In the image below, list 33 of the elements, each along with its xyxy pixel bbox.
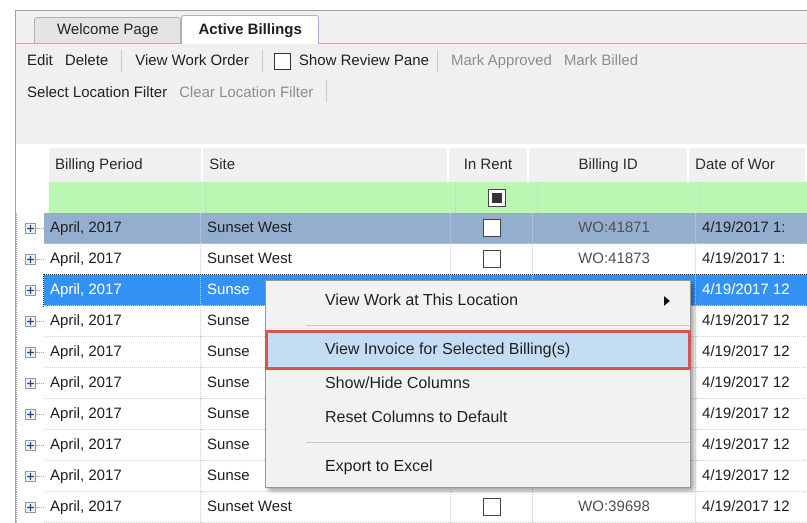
- table-cell-text: Sunset West: [207, 218, 292, 238]
- table-cell-text: April, 2017: [50, 434, 122, 455]
- table-cell-text: 4/19/2017 12: [702, 466, 790, 486]
- table-cell-text: April, 2017: [50, 218, 122, 238]
- table-cell-text: 4/19/2017 12: [702, 310, 790, 331]
- table-cell-text: April, 2017: [50, 496, 122, 517]
- table-cell-text: April, 2017: [50, 372, 122, 393]
- table-cell-text: April, 2017: [50, 280, 122, 300]
- table-cell-text: Sunse: [207, 434, 250, 455]
- table-cell-text: 4/19/2017 12: [702, 342, 790, 362]
- table-cell-text: Sunse: [207, 466, 250, 486]
- table-cell-text: 4/19/2017 1:: [702, 218, 786, 238]
- table-cell-text: April, 2017: [50, 342, 122, 362]
- table-cell-text: 4/19/2017 12: [702, 434, 790, 455]
- table-cell-text: Sunse: [207, 372, 250, 393]
- table-cell-text: Sunse: [207, 342, 250, 362]
- table-cell-text: 4/19/2017 1:: [702, 248, 786, 269]
- table-cell-text: Sunse: [207, 404, 250, 424]
- table-cell-text: April, 2017: [50, 466, 122, 486]
- table-cell-text: April, 2017: [50, 310, 122, 331]
- table-cell-text: 4/19/2017 12: [702, 404, 790, 424]
- table-cell-text: 4/19/2017 12: [702, 496, 790, 517]
- table-cell-text: Sunse: [207, 280, 250, 300]
- table-cell-text: Sunset West: [207, 496, 292, 517]
- table-cell-text: April, 2017: [50, 248, 122, 269]
- table-cell-text: 4/19/2017 12: [702, 372, 790, 393]
- table-cell-text: April, 2017: [50, 404, 122, 424]
- table-cell-text: WO:41871: [578, 218, 650, 238]
- table-cell-text: 4/19/2017 12: [702, 280, 790, 300]
- table-cell-text: Sunse: [207, 310, 250, 331]
- table-cell-text: WO:41873: [578, 248, 650, 269]
- table-cell-text: WO:39698: [578, 496, 650, 517]
- table-cell-text: Sunset West: [207, 248, 292, 269]
